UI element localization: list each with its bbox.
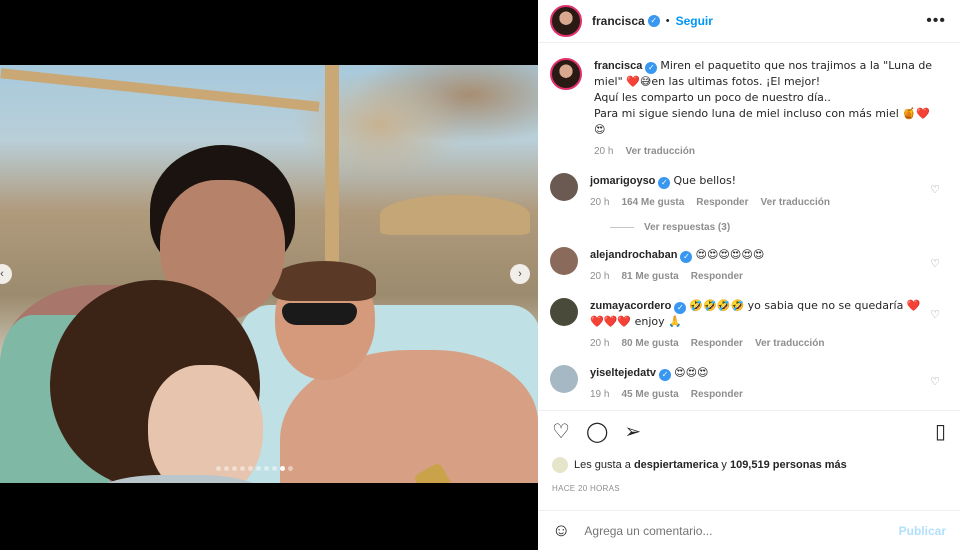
- post-photo[interactable]: [0, 65, 538, 483]
- verified-icon: ✓: [659, 369, 672, 381]
- caption-line: Para mi sigue siendo luna de miel inclus…: [594, 107, 930, 136]
- comment-likes[interactable]: 164 Me gusta: [621, 195, 684, 210]
- verified-icon: ✓: [647, 15, 660, 27]
- verified-icon: ✓: [674, 302, 687, 314]
- posted-time[interactable]: HACE 20 HORAS: [552, 484, 620, 493]
- commenter-username[interactable]: jomarigoyso: [590, 175, 655, 187]
- view-replies-label[interactable]: Ver respuestas (3): [644, 222, 730, 233]
- replies-line: [610, 227, 634, 228]
- comment-row: alejandrochaban ✓ 😍😍😍😍😍😍 20 h 81 Me gusta…: [550, 247, 948, 284]
- publish-button[interactable]: Publicar: [899, 524, 946, 538]
- liker-avatar[interactable]: [552, 457, 568, 473]
- commenter-username[interactable]: alejandrochaban: [590, 249, 677, 261]
- like-comment-heart-icon[interactable]: ♡: [930, 308, 940, 321]
- post-panel: francisca ✓ • Seguir ••• francisca ✓ Mire…: [538, 0, 960, 550]
- comments-list[interactable]: francisca ✓ Miren el paquetito que nos tr…: [538, 48, 960, 408]
- share-icon[interactable]: ➢: [624, 422, 641, 442]
- post-header: francisca ✓ • Seguir •••: [538, 0, 960, 43]
- comment-text: 😍😍😍😍😍😍: [695, 248, 765, 261]
- carousel-dot: [272, 466, 277, 471]
- author-avatar[interactable]: [550, 5, 582, 37]
- liker-username[interactable]: despiertamerica: [634, 459, 718, 471]
- comment-row: yiseltejedatv ✓ 😍😍😍 19 h 45 Me gusta Resp…: [550, 365, 948, 402]
- next-photo-button[interactable]: ›: [510, 264, 530, 284]
- comment-time: 20 h: [590, 197, 610, 208]
- reply-button[interactable]: Responder: [691, 336, 743, 351]
- media-area: ‹ ›: [0, 0, 538, 550]
- carousel-dots: [216, 466, 293, 471]
- comment-likes[interactable]: 80 Me gusta: [621, 336, 678, 351]
- view-replies-button[interactable]: Ver respuestas (3): [610, 222, 948, 233]
- commenter-avatar[interactable]: [550, 365, 578, 393]
- likes-connector: y: [721, 459, 727, 471]
- carousel-dot: [216, 466, 221, 471]
- like-comment-heart-icon[interactable]: ♡: [930, 183, 940, 196]
- sunglasses: [282, 303, 357, 325]
- more-options-icon[interactable]: •••: [926, 12, 946, 30]
- comment-input[interactable]: [584, 523, 899, 538]
- reply-button[interactable]: Responder: [691, 269, 743, 284]
- carousel-dot: [280, 466, 285, 471]
- pergola-post: [325, 65, 339, 265]
- comment-time: 20 h: [590, 338, 610, 349]
- heart-icon[interactable]: ♡: [552, 422, 570, 442]
- likes-summary: Les gusta a despiertamerica y 109,519 pe…: [552, 457, 847, 473]
- comment-likes[interactable]: 45 Me gusta: [621, 387, 678, 402]
- emoji-icon[interactable]: ☺: [552, 520, 570, 541]
- likes-count[interactable]: 109,519 personas más: [730, 459, 847, 471]
- reply-button[interactable]: Responder: [696, 195, 748, 210]
- commenter-username[interactable]: zumayacordero: [590, 300, 671, 312]
- caption-line: Miren el paquetito que nos trajimos a la…: [660, 59, 933, 72]
- comment-time: 20 h: [590, 271, 610, 282]
- commenter-avatar[interactable]: [550, 298, 578, 326]
- like-comment-heart-icon[interactable]: ♡: [930, 375, 940, 388]
- translate-button[interactable]: Ver traducción: [761, 195, 830, 210]
- pergola-beam: [0, 68, 320, 112]
- bookmark-icon[interactable]: ▯: [935, 422, 946, 442]
- author-username[interactable]: francisca: [592, 14, 645, 28]
- caption-line: miel" ❤️😅en las ultimas fotos. ¡El mejor…: [594, 75, 821, 88]
- likes-prefix: Les gusta a: [574, 459, 631, 471]
- carousel-dot: [248, 466, 253, 471]
- carousel-dot: [232, 466, 237, 471]
- caption: francisca ✓ Miren el paquetito que nos tr…: [550, 58, 948, 159]
- carousel-dot: [256, 466, 261, 471]
- straw-umbrella: [380, 195, 530, 235]
- verified-icon: ✓: [680, 251, 693, 263]
- caption-username[interactable]: francisca: [594, 60, 642, 72]
- author-avatar[interactable]: [550, 58, 582, 90]
- comment-time: 19 h: [590, 389, 610, 400]
- comment-row: jomarigoyso ✓ Que bellos! 20 h 164 Me gus…: [550, 173, 948, 210]
- carousel-dot: [264, 466, 269, 471]
- follow-button[interactable]: Seguir: [676, 14, 713, 28]
- verified-icon: ✓: [658, 177, 671, 189]
- man-hair: [272, 261, 376, 301]
- caption-time: 20 h: [594, 146, 614, 157]
- carousel-dot: [240, 466, 245, 471]
- commenter-username[interactable]: yiseltejedatv: [590, 367, 656, 379]
- action-bar: ♡ ◯ ➢ ▯: [538, 410, 960, 453]
- comment-composer: ☺ Publicar: [538, 510, 960, 550]
- comment-text: 😍😍😍: [674, 366, 709, 379]
- carousel-dot: [288, 466, 293, 471]
- verified-icon: ✓: [645, 62, 658, 74]
- comment-row: zumayacordero ✓ 🤣🤣🤣🤣 yo sabia que no se q…: [550, 298, 948, 351]
- commenter-avatar[interactable]: [550, 247, 578, 275]
- separator-dot: •: [665, 15, 670, 27]
- like-comment-heart-icon[interactable]: ♡: [930, 257, 940, 270]
- translate-button[interactable]: Ver traducción: [625, 144, 694, 159]
- reply-button[interactable]: Responder: [691, 387, 743, 402]
- translate-button[interactable]: Ver traducción: [755, 336, 824, 351]
- comment-text: Que bellos!: [673, 174, 737, 187]
- comment-likes[interactable]: 81 Me gusta: [621, 269, 678, 284]
- commenter-avatar[interactable]: [550, 173, 578, 201]
- comment-icon[interactable]: ◯: [586, 422, 608, 442]
- carousel-dot: [224, 466, 229, 471]
- caption-line: Aquí les comparto un poco de nuestro día…: [594, 91, 831, 104]
